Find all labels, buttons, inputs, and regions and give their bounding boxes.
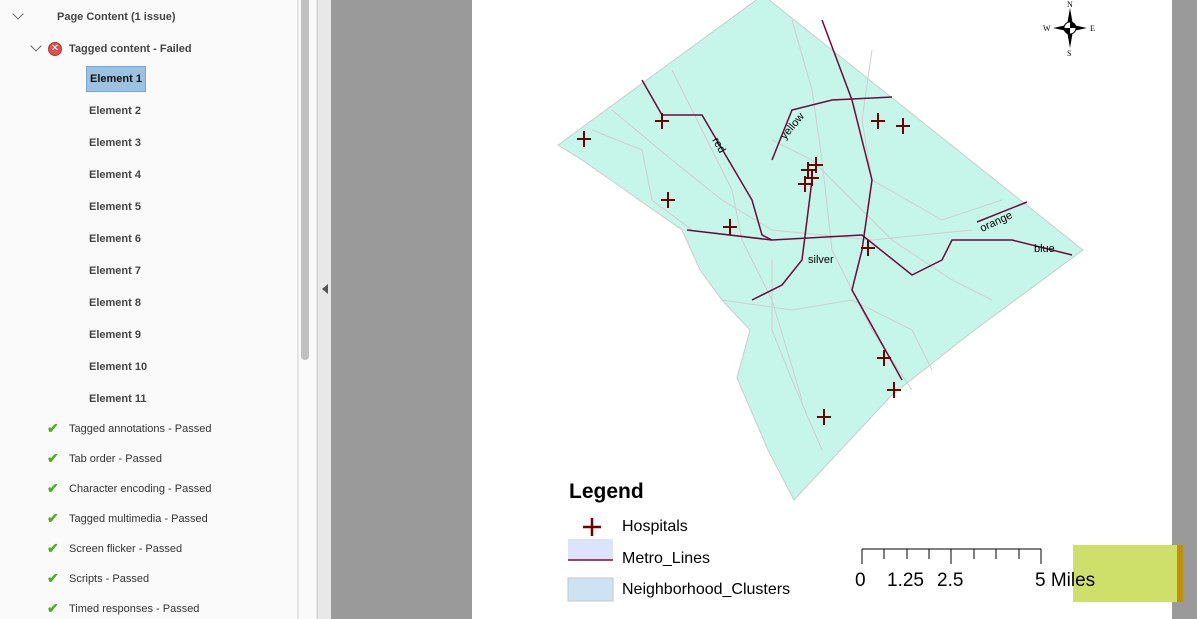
passed-check-icon: ✔ xyxy=(47,420,59,436)
failed-icon: ✕ xyxy=(48,42,62,56)
tree-item-element[interactable]: Element 3 xyxy=(89,133,141,153)
legend-symbols xyxy=(567,518,614,602)
passed-check-icon: ✔ xyxy=(47,570,59,586)
accessibility-checker-panel: Page Content (1 issue) ✕ Tagged content … xyxy=(0,0,298,619)
chevron-down-icon[interactable] xyxy=(12,8,24,20)
tree-item-page-content[interactable]: Page Content (1 issue) xyxy=(57,7,176,27)
tree-item-passed[interactable]: Tab order - Passed xyxy=(69,449,162,469)
scale-label: 0 xyxy=(855,570,866,591)
legend-neighborhood-clusters: Neighborhood_Clusters xyxy=(622,581,791,598)
tree-item-passed[interactable]: Screen flicker - Passed xyxy=(69,539,182,559)
compass-s: S xyxy=(1067,49,1071,58)
hospital-icon xyxy=(583,518,601,536)
compass-rose: N S E W xyxy=(1043,0,1095,58)
passed-check-icon: ✔ xyxy=(47,450,59,466)
tree-item-element[interactable]: Element 1 xyxy=(86,66,146,92)
passed-check-icon: ✔ xyxy=(47,480,59,496)
label-silver: silver xyxy=(808,254,834,266)
legend-metro-lines: Metro_Lines xyxy=(622,550,711,567)
panel-splitter[interactable] xyxy=(317,0,331,619)
tree-item-element[interactable]: Element 2 xyxy=(89,101,141,121)
dc-boundary xyxy=(557,0,1084,501)
tree-item-element[interactable]: Element 11 xyxy=(89,389,146,409)
compass-w: W xyxy=(1043,24,1051,33)
tree-item-element[interactable]: Element 6 xyxy=(89,229,141,249)
legend-hospitals: Hospitals xyxy=(622,518,688,535)
tree-item-passed[interactable]: Tagged multimedia - Passed xyxy=(69,509,208,529)
document-page: red yellow orange blue silver N S E W Le… xyxy=(472,0,1183,619)
tree-item-passed[interactable]: Tagged annotations - Passed xyxy=(69,419,212,439)
scale-label: 2.5 xyxy=(937,570,964,591)
neighborhood-swatch xyxy=(567,577,614,602)
compass-n: N xyxy=(1067,0,1073,9)
tree-item-element[interactable]: Element 10 xyxy=(89,357,147,377)
metro-swatch xyxy=(568,539,613,559)
compass-e: E xyxy=(1090,24,1095,33)
scrollbar-thumb[interactable] xyxy=(301,0,309,360)
scale-bar xyxy=(861,548,1042,564)
chevron-down-icon[interactable] xyxy=(30,40,42,52)
map: red yellow orange blue silver N S E W xyxy=(557,0,1095,602)
panel-scrollbar[interactable] xyxy=(298,0,317,619)
collapse-arrow-icon[interactable] xyxy=(322,284,328,294)
tree-item-element[interactable]: Element 5 xyxy=(89,197,141,217)
tree-item-passed[interactable]: Character encoding - Passed xyxy=(69,479,211,499)
scale-label: 1.25 xyxy=(887,570,924,591)
tree-item-tagged-content[interactable]: Tagged content - Failed xyxy=(69,39,192,59)
label-blue: blue xyxy=(1034,243,1055,255)
tree-item-element[interactable]: Element 7 xyxy=(89,261,141,281)
tree-item-passed[interactable]: Scripts - Passed xyxy=(69,569,149,589)
tree-item-element[interactable]: Element 4 xyxy=(89,165,141,185)
tree-item-passed[interactable]: Timed responses - Passed xyxy=(69,599,199,619)
tree-item-element[interactable]: Element 9 xyxy=(89,325,141,345)
legend-title: Legend xyxy=(569,480,644,503)
passed-check-icon: ✔ xyxy=(47,510,59,526)
passed-check-icon: ✔ xyxy=(47,600,59,616)
scale-label: 5 Miles xyxy=(1035,570,1096,591)
passed-check-icon: ✔ xyxy=(47,540,59,556)
tree-item-element[interactable]: Element 8 xyxy=(89,293,141,313)
